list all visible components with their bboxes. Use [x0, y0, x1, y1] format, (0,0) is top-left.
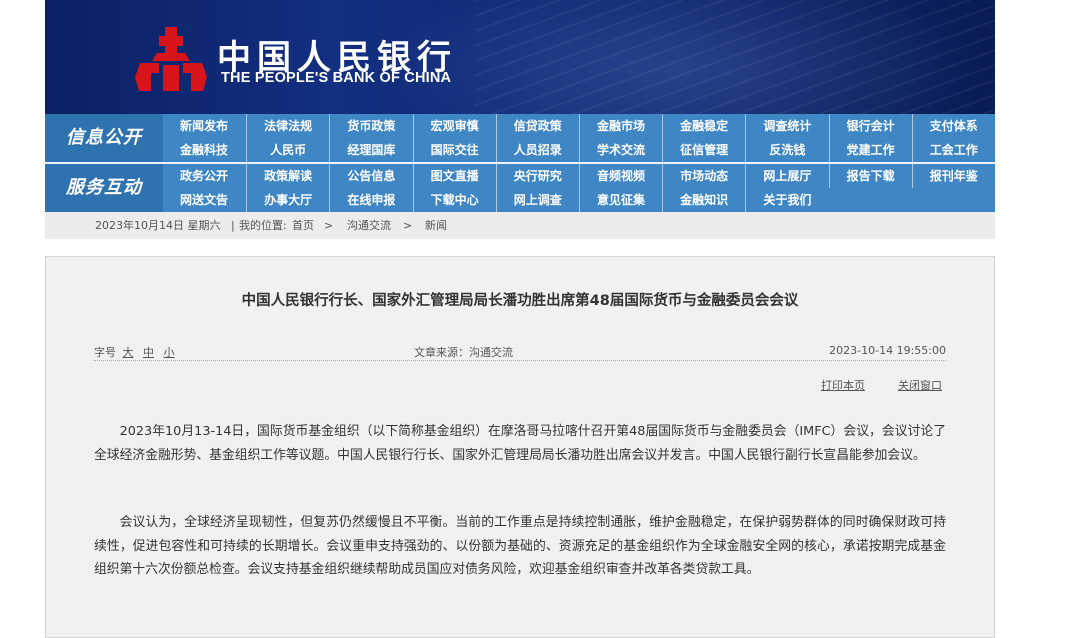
print-page-link[interactable]: 打印本页	[821, 377, 865, 393]
font-size-small-link[interactable]: 小	[164, 346, 175, 359]
nav-item[interactable]: 金融科技	[163, 138, 245, 162]
nav-item[interactable]: 支付体系	[911, 114, 995, 138]
nav-item[interactable]: 图文直播	[412, 164, 496, 188]
nav-item[interactable]: 调查统计	[745, 114, 828, 138]
nav-item[interactable]: 网上调查	[495, 188, 579, 212]
current-date: 2023年10月14日 星期六	[95, 219, 221, 232]
nav-section-label[interactable]: 服务互动	[45, 164, 163, 212]
font-size-medium-link[interactable]: 中	[143, 346, 154, 359]
nav-item[interactable]: 在线申报	[329, 188, 412, 212]
nav-item[interactable]: 意见征集	[579, 188, 662, 212]
article-panel: 中国人民银行行长、国家外汇管理局局长潘功胜出席第48届国际货币与金融委员会会议 …	[45, 256, 995, 638]
nav-item[interactable]: 新闻发布	[163, 114, 245, 138]
nav-item[interactable]: 法律法规	[246, 114, 329, 138]
nav-item[interactable]: 金融市场	[579, 114, 662, 138]
nav-row: 金融科技 人民币 经理国库 国际交往 人员招录 学术交流 征信管理 反洗钱 党建工作 工会工作	[163, 138, 995, 162]
pboc-logo-icon[interactable]	[135, 27, 207, 91]
breadcrumb-communication-link[interactable]: 沟通交流	[347, 212, 391, 239]
nav-item[interactable]: 工会工作	[911, 138, 995, 162]
nav-item[interactable]: 报刊年鉴	[911, 164, 995, 188]
breadcrumb-separator: >	[324, 219, 334, 232]
nav-item[interactable]: 学术交流	[579, 138, 662, 162]
banner-pattern	[475, 0, 995, 114]
nav-item[interactable]: 政务公开	[163, 164, 245, 188]
nav-item[interactable]: 人员招录	[495, 138, 579, 162]
nav-item[interactable]: 征信管理	[662, 138, 745, 162]
nav-item[interactable]: 人民币	[246, 138, 329, 162]
article-source: 文章来源：沟通交流	[414, 346, 513, 359]
nav-item[interactable]: 宏观审慎	[412, 114, 496, 138]
font-size-label: 字号	[94, 346, 116, 359]
breadcrumb-news-link[interactable]: 新闻	[425, 212, 447, 239]
main-navigation: 信息公开 新闻发布 法律法规 货币政策 宏观审慎 信贷政策 金融市场 金融稳定 调查统计 银行会…	[45, 114, 995, 212]
nav-item[interactable]: 反洗钱	[745, 138, 828, 162]
article-paragraph: 会议认为，全球经济呈现韧性，但复苏仍然缓慢且不平衡。当前的工作重点是持续控制通胀…	[94, 515, 946, 577]
logo-english-text[interactable]: THE PEOPLE'S BANK OF CHINA	[221, 70, 451, 86]
article-datetime: 2023-10-14 19:55:00	[829, 344, 946, 357]
breadcrumb: 2023年10月14日 星期六 | 我的位置: 首页 > 沟通交流 > 新闻	[45, 212, 995, 239]
nav-item[interactable]: 市场动态	[662, 164, 745, 188]
article-meta: 字号 大 中 小 文章来源：沟通交流 2023-10-14 19:55:00	[94, 334, 946, 361]
breadcrumb-home-link[interactable]: 首页	[292, 212, 314, 239]
nav-item[interactable]: 央行研究	[495, 164, 579, 188]
divider: |	[231, 219, 235, 232]
nav-item[interactable]: 公告信息	[329, 164, 412, 188]
location-label: 我的位置:	[239, 219, 287, 232]
nav-item[interactable]: 下载中心	[412, 188, 496, 212]
nav-item[interactable]: 信贷政策	[495, 114, 579, 138]
nav-item[interactable]: 办事大厅	[246, 188, 329, 212]
article-paragraph: 2023年10月13-14日，国际货币基金组织（以下简称基金组织）在摩洛哥马拉喀…	[94, 424, 946, 463]
nav-item[interactable]: 音频视频	[579, 164, 662, 188]
font-size-large-link[interactable]: 大	[123, 346, 134, 359]
nav-item[interactable]: 网送文告	[163, 188, 245, 212]
nav-section-label[interactable]: 信息公开	[45, 114, 163, 162]
nav-item[interactable]: 网上展厅	[745, 164, 828, 188]
close-window-link[interactable]: 关闭窗口	[898, 377, 942, 393]
nav-item[interactable]: 党建工作	[828, 138, 912, 162]
article-title: 中国人民银行行长、国家外汇管理局局长潘功胜出席第48届国际货币与金融委员会会议	[241, 293, 799, 309]
nav-row: 政务公开 政策解读 公告信息 图文直播 央行研究 音频视频 市场动态 网上展厅 报告下载 报刊年鉴	[163, 164, 995, 188]
nav-item[interactable]: 金融知识	[662, 188, 745, 212]
nav-item[interactable]: 经理国库	[329, 138, 412, 162]
nav-item[interactable]: 银行会计	[828, 114, 912, 138]
nav-section-service: 服务互动 政务公开 政策解读 公告信息 图文直播 央行研究 音频视频 市场动态 网上展厅 报告下…	[45, 164, 995, 212]
nav-row: 网送文告 办事大厅 在线申报 下载中心 网上调查 意见征集 金融知识 关于我们	[163, 188, 995, 212]
font-size-control: 字号 大 中 小	[94, 344, 178, 360]
nav-item[interactable]: 关于我们	[745, 188, 828, 212]
header-banner: 中国人民银行 THE PEOPLE'S BANK OF CHINA	[45, 0, 995, 114]
breadcrumb-separator: >	[403, 219, 413, 232]
nav-item[interactable]: 政策解读	[246, 164, 329, 188]
nav-row: 新闻发布 法律法规 货币政策 宏观审慎 信贷政策 金融市场 金融稳定 调查统计 银行会计 支付体系	[163, 114, 995, 138]
nav-section-info: 信息公开 新闻发布 法律法规 货币政策 宏观审慎 信贷政策 金融市场 金融稳定 调查统计 银行会…	[45, 114, 995, 164]
nav-item[interactable]: 金融稳定	[662, 114, 745, 138]
nav-item[interactable]: 国际交往	[412, 138, 496, 162]
nav-item[interactable]: 报告下载	[828, 164, 912, 188]
nav-item[interactable]: 货币政策	[329, 114, 412, 138]
